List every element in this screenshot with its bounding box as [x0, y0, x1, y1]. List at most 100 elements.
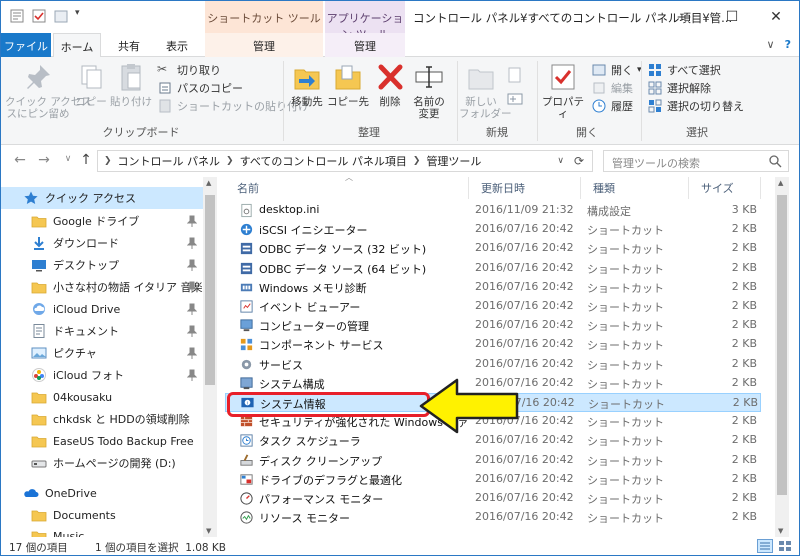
file-row[interactable]: Windows メモリ診断 2016/07/16 20:42 ショートカット 2 KB [225, 278, 761, 297]
new-item-icon[interactable] [505, 65, 525, 85]
help-icon[interactable]: ? [785, 38, 791, 51]
nav-item[interactable]: iCloud フォト [1, 364, 203, 386]
file-size: 2 KB [731, 414, 757, 428]
file-row[interactable]: ディスク クリーンアップ 2016/07/16 20:42 ショートカット 2 KB [225, 451, 761, 470]
file-list-scrollbar[interactable]: ▲ ▼ [775, 177, 789, 537]
pin-icon [27, 65, 50, 89]
details-view-icon[interactable] [757, 539, 773, 553]
properties-button[interactable]: プロパティ [539, 61, 587, 120]
nav-item[interactable]: クイック アクセス [1, 187, 203, 209]
breadcrumb-chevron-icon[interactable]: ❯ [226, 156, 234, 166]
file-row[interactable]: サービス 2016/07/16 20:42 ショートカット 2 KB [225, 355, 761, 374]
list-scroll-up-icon[interactable]: ▲ [778, 179, 783, 187]
nav-item[interactable]: ダウンロード [1, 232, 203, 254]
tab-view[interactable]: 表示 [157, 33, 197, 57]
search-box[interactable]: 管理ツールの検索 [603, 150, 789, 172]
history-button[interactable]: 履歴 [591, 97, 633, 115]
forward-arrow-icon[interactable]: → [35, 152, 53, 170]
minimize-button[interactable]: — [661, 1, 707, 33]
nav-scroll-up-icon[interactable]: ▲ [206, 179, 211, 187]
nav-item[interactable]: ホームページの開発 (D:) [1, 452, 203, 474]
copy-path-button[interactable]: パスのコピー [157, 79, 243, 97]
column-header-size[interactable]: サイズ [689, 177, 761, 199]
file-row[interactable]: パフォーマンス モニター 2016/07/16 20:42 ショートカット 2 KB [225, 489, 761, 508]
breadcrumb-root-chevron-icon[interactable]: ❯ [104, 156, 112, 166]
nav-pane-scrollbar[interactable]: ▲ ▼ [203, 177, 217, 537]
nav-item[interactable]: デスクトップ [1, 254, 203, 276]
nav-item[interactable]: Google ドライブ [1, 210, 203, 232]
file-row[interactable]: イベント ビューアー 2016/07/16 20:42 ショートカット 2 KB [225, 297, 761, 316]
star-icon [23, 190, 39, 206]
cut-button[interactable]: ✂ 切り取り [157, 61, 221, 79]
file-row[interactable]: コンポーネント サービス 2016/07/16 20:42 ショートカット 2 KB [225, 335, 761, 354]
tab-manage-shortcut[interactable]: 管理 [205, 33, 323, 57]
select-none-icon [648, 81, 662, 95]
file-row[interactable]: ODBC データ ソース (64 ビット) 2016/07/16 20:42 ショー… [225, 259, 761, 278]
nav-pane-scroll-thumb[interactable] [205, 195, 215, 385]
properties-quick-icon[interactable] [9, 8, 25, 24]
nav-item[interactable]: EaseUS Todo Backup Free [1, 430, 203, 452]
history-label: 履歴 [611, 100, 633, 113]
recent-locations-icon[interactable]: ∨ [59, 154, 77, 172]
close-button[interactable]: ✕ [753, 1, 799, 33]
tab-file[interactable]: ファイル [1, 33, 51, 57]
nav-scroll-down-icon[interactable]: ▼ [206, 527, 211, 535]
nav-item[interactable]: ドキュメント [1, 320, 203, 342]
search-icon[interactable] [768, 154, 782, 168]
column-header-date[interactable]: 更新日時 [469, 177, 581, 199]
large-icons-view-icon[interactable] [777, 539, 793, 553]
nav-item[interactable]: 小さな村の物語 イタリア 音楽集 [1, 276, 203, 298]
file-row[interactable]: ドライブのデフラグと最適化 2016/07/16 20:42 ショートカット 2 KB [225, 470, 761, 489]
edit-button[interactable]: 編集 [591, 79, 633, 97]
file-row[interactable]: ODBC データ ソース (32 ビット) 2016/07/16 20:42 ショー… [225, 239, 761, 258]
quick-access-dropdown-icon[interactable]: ▾ [75, 8, 85, 24]
column-header-type[interactable]: 種類 [581, 177, 689, 199]
back-arrow-icon[interactable]: ← [11, 152, 29, 170]
pin-icon [186, 215, 198, 227]
ribbon-collapse-icon[interactable]: ∨ [767, 38, 775, 51]
refresh-icon[interactable]: ⟳ [574, 154, 584, 168]
nav-item[interactable]: OneDrive [1, 482, 203, 504]
file-type: ショートカット [587, 493, 664, 506]
new-folder-button[interactable]: 新しい フォルダー [459, 61, 512, 120]
tab-share[interactable]: 共有 [105, 33, 153, 57]
copy-button[interactable]: コピー [73, 61, 109, 108]
breadcrumb-all-items[interactable]: すべてのコントロール パネル項目 [240, 153, 407, 169]
tab-manage-app[interactable]: 管理 [325, 33, 405, 57]
file-row[interactable]: iSCSI イニシエーター 2016/07/16 20:42 ショートカット 2 KB [225, 220, 761, 239]
address-bar[interactable]: ❯ コントロール パネル ❯ すべてのコントロール パネル項目 ❯ 管理ツール … [97, 150, 593, 172]
column-header-name[interactable]: 名前 [225, 177, 469, 199]
move-to-button[interactable]: 移動先 [287, 61, 327, 108]
breadcrumb-admin-tools[interactable]: 管理ツール [426, 153, 481, 169]
paste-button[interactable]: 貼り付け [109, 61, 153, 108]
invert-selection-button[interactable]: 選択の切り替え [647, 97, 744, 115]
select-all-button[interactable]: すべて選択 [647, 61, 721, 79]
maximize-button[interactable]: ☐ [709, 1, 755, 33]
copy-to-button[interactable]: コピー先 [327, 61, 369, 108]
delete-label: 削除 [379, 96, 401, 108]
nav-item[interactable]: Documents [1, 504, 203, 526]
nav-item[interactable]: iCloud Drive [1, 298, 203, 320]
list-scroll-down-icon[interactable]: ▼ [778, 527, 783, 535]
checkmark-quick-icon[interactable] [31, 8, 47, 24]
file-row[interactable]: コンピューターの管理 2016/07/16 20:42 ショートカット 2 KB [225, 316, 761, 335]
breadcrumb-chevron-icon[interactable]: ❯ [413, 156, 421, 166]
breadcrumb-control-panel[interactable]: コントロール パネル [118, 153, 221, 169]
new-folder-quick-icon[interactable] [53, 8, 69, 24]
nav-item[interactable]: chkdsk と HDDの領域削除 [1, 408, 203, 430]
rename-button[interactable]: 名前の 変更 [407, 61, 451, 120]
file-list-scroll-thumb[interactable] [777, 195, 787, 495]
delete-button[interactable]: 削除 [373, 61, 407, 108]
file-row[interactable]: desktop.ini 2016/11/09 21:32 構成設定 3 KB [225, 201, 761, 220]
pin-quick-access-button[interactable]: クイック アクセス スにピン留め [5, 61, 92, 120]
tab-home[interactable]: ホーム [53, 33, 101, 58]
file-row[interactable]: リソース モニター 2016/07/16 20:42 ショートカット 2 KB [225, 508, 761, 527]
nav-item[interactable]: 04kousaku [1, 386, 203, 408]
easy-access-icon[interactable] [505, 89, 525, 109]
title-bar: ▾ ショートカット ツール アプリケーション ツール コントロール パネル¥すべ… [1, 1, 799, 41]
select-none-button[interactable]: 選択解除 [647, 79, 711, 97]
address-dropdown-icon[interactable]: ∨ [557, 156, 564, 166]
up-arrow-icon[interactable]: ↑ [77, 152, 95, 170]
open-button[interactable]: 開く ▾ [591, 61, 642, 79]
nav-item[interactable]: ピクチャ [1, 342, 203, 364]
